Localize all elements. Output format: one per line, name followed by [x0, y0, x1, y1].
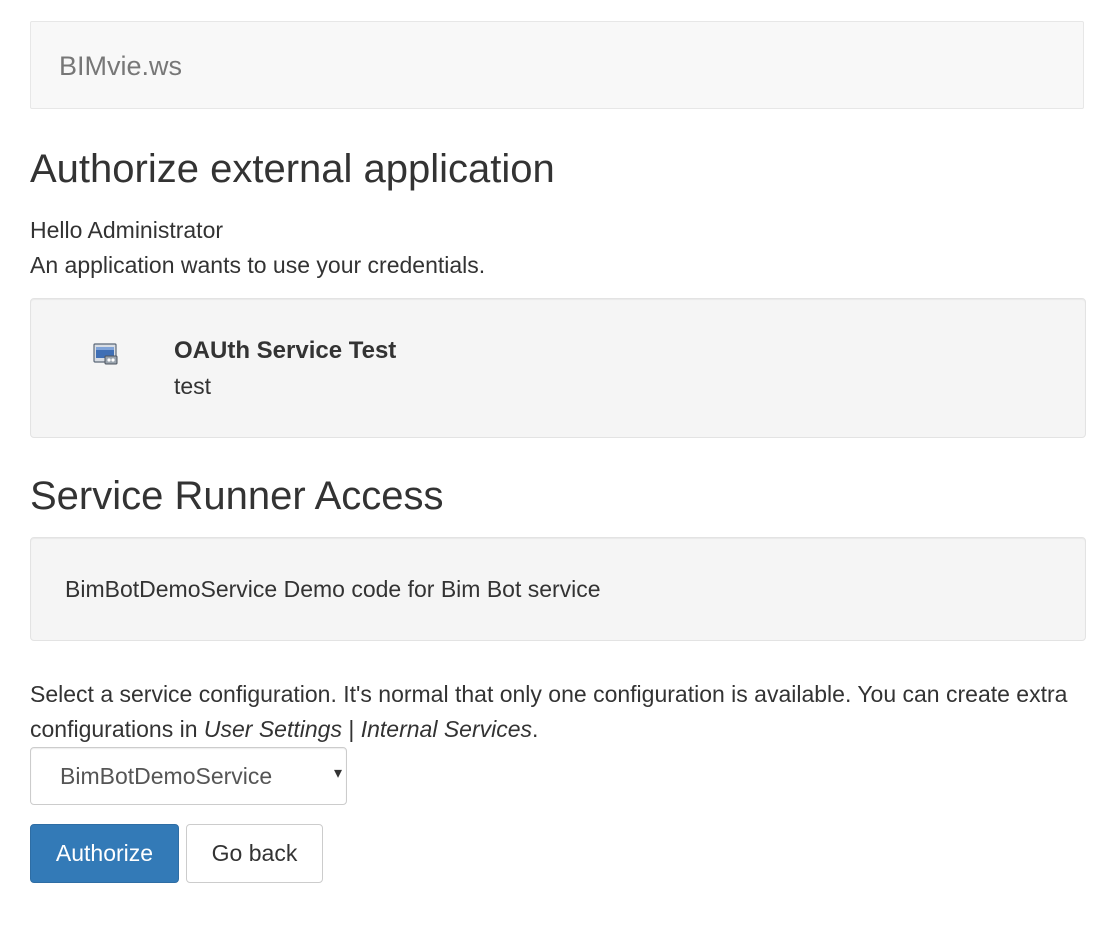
request-message: An application wants to use your credent… [30, 252, 486, 278]
application-name: OAUth Service Test [174, 337, 397, 364]
brand-link[interactable]: BIMvie.ws [59, 49, 182, 83]
dropdown-arrow-icon: ▾ [333, 765, 342, 782]
greeting-text: Hello Administrator [30, 217, 224, 243]
service-name: BimBotDemoService [65, 576, 278, 602]
service-card: BimBotDemoService Demo code for Bim Bot … [30, 537, 1086, 641]
application-description: test [174, 373, 212, 399]
application-card: OAUth Service Test test [30, 298, 1086, 438]
greeting-block: Hello Administrator An application wants… [30, 213, 485, 283]
authorize-button[interactable]: Authorize [30, 824, 179, 883]
service-configuration-select[interactable]: BimBotDemoService ▾ [30, 747, 347, 805]
internal-services-link: Internal Services [360, 716, 533, 742]
top-navbar: BIMvie.ws [30, 21, 1084, 109]
application-window-icon [93, 343, 118, 365]
go-back-button[interactable]: Go back [186, 824, 323, 883]
instruction-suffix: . [532, 716, 539, 742]
selected-configuration: BimBotDemoService [60, 763, 273, 789]
user-settings-link: User Settings [203, 716, 342, 742]
configuration-instructions: Select a service configuration. It's nor… [30, 677, 1090, 747]
service-info: BimBotDemoService Demo code for Bim Bot … [65, 573, 601, 605]
service-runner-title: Service Runner Access [30, 474, 444, 518]
service-description: Demo code for Bim Bot service [283, 576, 601, 602]
page-title: Authorize external application [30, 147, 555, 191]
instruction-separator: | [341, 716, 361, 742]
instruction-text: Select a service configuration. It's nor… [30, 681, 1068, 742]
